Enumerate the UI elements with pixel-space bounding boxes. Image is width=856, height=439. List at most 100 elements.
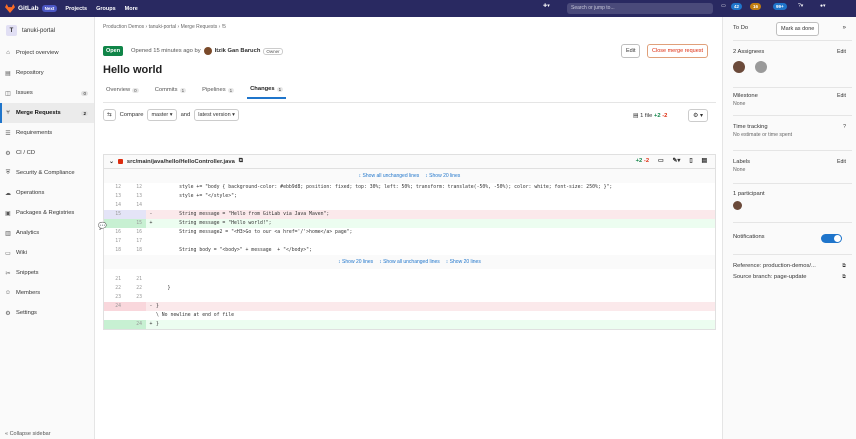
collapse-right-icon[interactable]: »	[843, 25, 846, 31]
sidebar-item-members[interactable]: ☺ Members	[0, 283, 94, 303]
old-line-number[interactable]	[104, 219, 125, 228]
file-path[interactable]: src/main/java/hello/HelloController.java	[127, 159, 235, 165]
notifications-toggle[interactable]	[821, 234, 842, 243]
project-header[interactable]: Ttanuki-portal	[0, 17, 94, 43]
old-line-number[interactable]: 22	[104, 284, 125, 293]
new-line-number[interactable]: 12	[125, 183, 146, 192]
sidebar-item-issues[interactable]: ◫ Issues 0	[0, 83, 94, 103]
old-line-number[interactable]: 13	[104, 192, 125, 201]
nav-groups[interactable]: Groups	[96, 6, 116, 12]
show-20-lines-link[interactable]: ↕ Show 20 lines	[425, 173, 460, 179]
new-line-number[interactable]: 15	[125, 219, 146, 228]
help-icon[interactable]: ?▾	[798, 3, 803, 9]
view-file-icon[interactable]: ▯	[689, 158, 692, 164]
new-line-number[interactable]: 23	[125, 293, 146, 302]
new-line-number[interactable]	[125, 311, 146, 320]
chevron-down-icon[interactable]: ⌄	[109, 159, 114, 165]
sidebar-item-security-compliance[interactable]: ⛨ Security & Compliance	[0, 163, 94, 183]
todo-count-badge[interactable]: 99+	[773, 3, 787, 10]
raw-file-icon[interactable]: ▤	[702, 158, 707, 164]
sidebar-item-merge-requests[interactable]: ⑂ Merge Requests 2	[0, 103, 94, 123]
show-all-unchanged-link[interactable]: ↕ Show all unchanged lines	[379, 259, 440, 265]
old-line-number[interactable]	[104, 311, 125, 320]
sidebar-item-packages-registries[interactable]: ▣ Packages & Registries	[0, 203, 94, 223]
sidebar-item-analytics[interactable]: ▥ Analytics	[0, 223, 94, 243]
new-line-number[interactable]: 13	[125, 192, 146, 201]
new-line-number[interactable]	[125, 210, 146, 219]
sidebar-item-repository[interactable]: ▤ Repository	[0, 63, 94, 83]
new-line-number[interactable]: 18	[125, 246, 146, 255]
old-line-number[interactable]: 18	[104, 246, 125, 255]
show-20-lines-link[interactable]: ↕ Show 20 lines	[446, 259, 481, 265]
nav-projects[interactable]: Projects	[65, 6, 87, 12]
settings-gear-icon[interactable]: ⚙ ▾	[688, 109, 709, 122]
add-comment-icon[interactable]: 💬	[98, 222, 107, 230]
show-20-lines-link[interactable]: ↕ Show 20 lines	[338, 259, 373, 265]
milestone-value: None	[733, 101, 746, 107]
tab-changes[interactable]: Changes 1	[247, 84, 287, 99]
count-badge: 2	[81, 110, 88, 116]
new-line-number[interactable]: 16	[125, 228, 146, 237]
old-line-number[interactable]: 16	[104, 228, 125, 237]
target-version-select[interactable]: latest version ▾	[194, 109, 239, 121]
old-line-number[interactable]: 21	[104, 275, 125, 284]
new-line-number[interactable]: 14	[125, 201, 146, 210]
breadcrumb-item[interactable]: !5	[222, 24, 226, 30]
old-line-number[interactable]: 15	[104, 210, 125, 219]
nav-more[interactable]: More	[125, 6, 138, 12]
tab-pipelines[interactable]: Pipelines 1	[199, 84, 237, 99]
edit-button[interactable]: Edit	[621, 44, 641, 58]
new-line-number[interactable]: 24	[125, 320, 146, 329]
issues-count-badge[interactable]: 42	[731, 3, 743, 10]
assignees-edit[interactable]: Edit	[837, 49, 846, 55]
old-line-number[interactable]	[104, 320, 125, 329]
new-line-number[interactable]: 22	[125, 284, 146, 293]
milestone-edit[interactable]: Edit	[837, 93, 846, 99]
breadcrumb-item[interactable]: Production Demos	[103, 24, 144, 30]
help-icon[interactable]: ?	[843, 124, 846, 130]
tab-overview[interactable]: Overview 0	[103, 84, 142, 99]
show-all-unchanged-link[interactable]: ↕ Show all unchanged lines	[359, 173, 420, 179]
avatar[interactable]	[733, 61, 745, 73]
new-line-number[interactable]: 17	[125, 237, 146, 246]
sidebar-item-operations[interactable]: ☁ Operations	[0, 183, 94, 203]
old-line-number[interactable]: 14	[104, 201, 125, 210]
edit-pencil-icon[interactable]: ✎▾	[673, 158, 681, 164]
new-line-number[interactable]: 21	[125, 275, 146, 284]
breadcrumb-item[interactable]: Merge Requests	[181, 24, 218, 30]
copy-icon[interactable]: ⧉	[239, 158, 243, 165]
author-avatar[interactable]	[203, 47, 212, 55]
mr-count-badge[interactable]: 16	[750, 3, 762, 10]
copy-icon[interactable]: ⧉	[842, 274, 846, 281]
plus-icon[interactable]: ✚▾	[543, 3, 550, 9]
labels-edit[interactable]: Edit	[837, 159, 846, 165]
collapse-sidebar-button[interactable]: « Collapse sidebar	[5, 431, 51, 437]
old-line-number[interactable]: 12	[104, 183, 125, 192]
search-input[interactable]: Search or jump to...	[567, 3, 713, 14]
close-mr-button[interactable]: Close merge request	[647, 44, 709, 58]
sidebar-item-requirements[interactable]: ☰ Requirements	[0, 123, 94, 143]
sidebar-item-project-overview[interactable]: ⌂ Project overview	[0, 43, 94, 63]
old-line-number[interactable]: 17	[104, 237, 125, 246]
tab-commits[interactable]: Commits 1	[152, 84, 189, 99]
mark-done-button[interactable]: Mark as done	[776, 22, 820, 36]
author-name[interactable]: Itzik Gan Baruch	[215, 48, 261, 54]
diff-sign	[146, 183, 156, 192]
sidebar-item-ci-cd[interactable]: ⚙ CI / CD	[0, 143, 94, 163]
copy-icon[interactable]: ⧉	[842, 263, 846, 270]
sidebar-item-snippets[interactable]: ✂ Snippets	[0, 263, 94, 283]
old-line-number[interactable]: 24	[104, 302, 125, 311]
gitlab-logo[interactable]: GitLab Next	[5, 4, 58, 13]
file-tree-toggle-icon[interactable]: ⇆	[103, 109, 116, 121]
source-branch-select[interactable]: master ▾	[147, 109, 177, 121]
avatar[interactable]: ●▾	[820, 3, 826, 9]
new-line-number[interactable]	[125, 302, 146, 311]
avatar[interactable]	[733, 201, 742, 210]
breadcrumb-item[interactable]: tanuki-portal	[149, 24, 177, 30]
terminal-icon[interactable]: ▭	[721, 3, 726, 9]
sidebar-item-wiki[interactable]: ▭ Wiki	[0, 243, 94, 263]
sidebar-item-settings[interactable]: ⚙ Settings	[0, 303, 94, 323]
avatar[interactable]	[755, 61, 767, 73]
comment-icon[interactable]: ▭	[658, 158, 663, 164]
old-line-number[interactable]: 23	[104, 293, 125, 302]
